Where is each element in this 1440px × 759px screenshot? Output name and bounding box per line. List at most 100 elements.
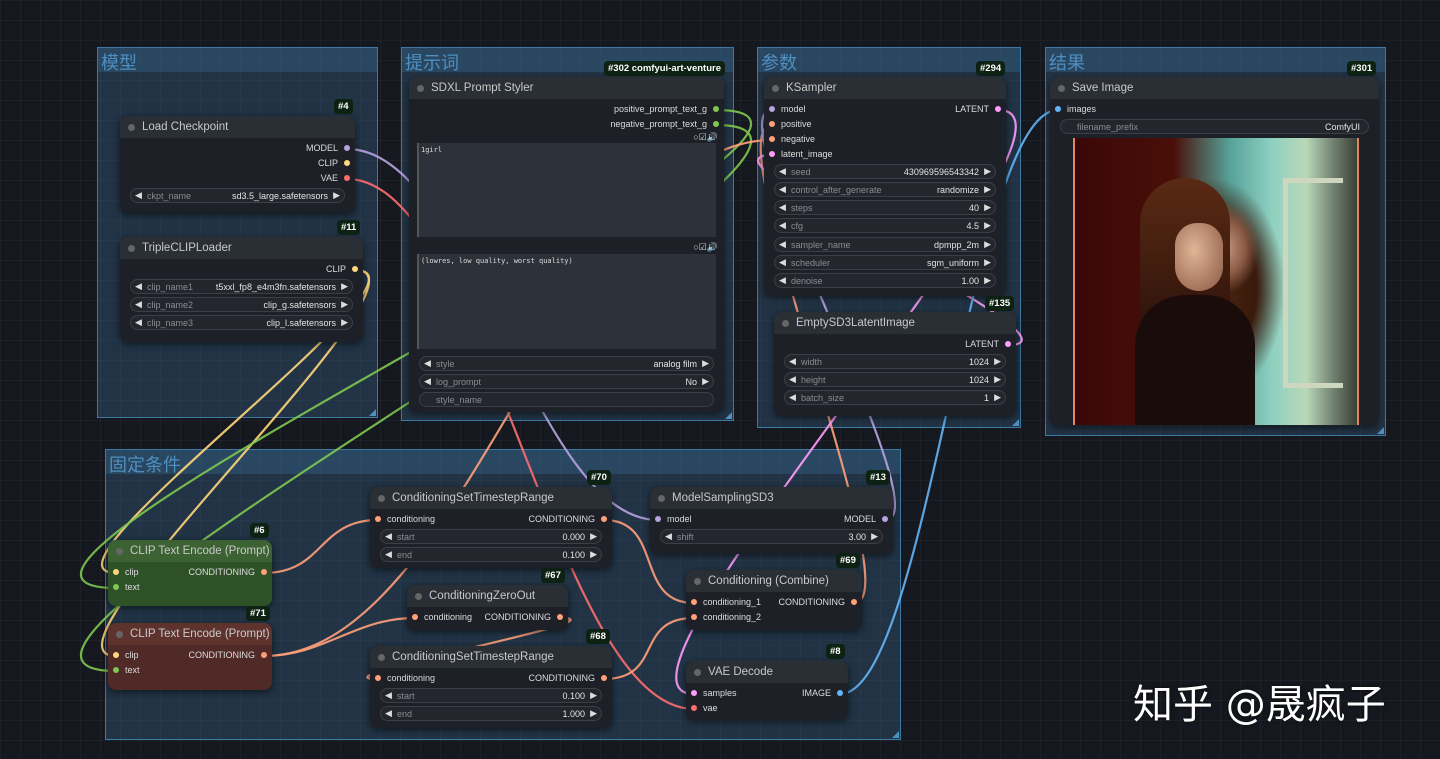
node-sdxl-prompt-styler[interactable]: SDXL Prompt Styler positive_prompt_text_g… <box>409 77 724 412</box>
widget-start[interactable]: ◀ start 0.000 ▶ <box>380 528 602 544</box>
input-slot-conditioning[interactable]: conditioning <box>375 514 435 524</box>
slot-dot-icon[interactable] <box>412 614 418 620</box>
decrement-arrow-icon[interactable]: ◀ <box>135 299 142 310</box>
collapse-dot-icon[interactable] <box>658 495 665 502</box>
input-slot-samples[interactable]: samples <box>691 688 737 698</box>
decrement-arrow-icon[interactable]: ◀ <box>779 202 786 213</box>
decrement-arrow-icon[interactable]: ◀ <box>665 531 672 542</box>
increment-arrow-icon[interactable]: ▶ <box>994 374 1001 385</box>
increment-arrow-icon[interactable]: ▶ <box>984 220 991 231</box>
collapse-dot-icon[interactable] <box>772 85 779 92</box>
widget-steps[interactable]: ◀ steps 40 ▶ <box>774 200 996 216</box>
slot-dot-icon[interactable] <box>882 516 888 522</box>
collapse-dot-icon[interactable] <box>128 245 135 252</box>
link-conditioning[interactable] <box>603 616 695 681</box>
widget-width[interactable]: ◀ width 1024 ▶ <box>784 353 1006 369</box>
increment-arrow-icon[interactable]: ▶ <box>994 356 1001 367</box>
slot-dot-icon[interactable] <box>691 599 697 605</box>
increment-arrow-icon[interactable]: ▶ <box>341 317 348 328</box>
slot-dot-icon[interactable] <box>375 516 381 522</box>
decrement-arrow-icon[interactable]: ◀ <box>385 690 392 701</box>
input-slot-conditioning[interactable]: conditioning <box>412 612 472 622</box>
input-slot-clip[interactable]: clip <box>113 650 139 660</box>
collapse-dot-icon[interactable] <box>782 320 789 327</box>
decrement-arrow-icon[interactable]: ◀ <box>779 239 786 250</box>
node-save-image[interactable]: Save Image images filename_prefix ComfyUI <box>1050 77 1379 426</box>
output-image-preview[interactable] <box>1073 138 1359 425</box>
increment-arrow-icon[interactable]: ▶ <box>590 690 597 701</box>
increment-arrow-icon[interactable]: ▶ <box>590 549 597 560</box>
input-slot-negative[interactable]: negative <box>769 134 815 144</box>
slot-dot-icon[interactable] <box>851 599 857 605</box>
collapse-dot-icon[interactable] <box>1058 85 1065 92</box>
slot-dot-icon[interactable] <box>691 614 697 620</box>
output-slot-CONDITIONING[interactable]: CONDITIONING <box>189 567 267 577</box>
decrement-arrow-icon[interactable]: ◀ <box>779 257 786 268</box>
slot-dot-icon[interactable] <box>995 106 1001 112</box>
node-title-bar[interactable]: ConditioningZeroOut <box>407 585 568 607</box>
node-title-bar[interactable]: KSampler <box>764 77 1006 99</box>
node-title-bar[interactable]: CLIP Text Encode (Prompt) <box>108 540 272 562</box>
textarea-toolbar-icons[interactable]: ○☑🔊 <box>693 242 718 253</box>
slot-dot-icon[interactable] <box>691 690 697 696</box>
slot-dot-icon[interactable] <box>769 136 775 142</box>
slot-dot-icon[interactable] <box>113 584 119 590</box>
widget-style_name[interactable]: style_name <box>419 392 714 408</box>
widget-clip_name2[interactable]: ◀ clip_name2 clip_g.safetensors ▶ <box>130 296 353 312</box>
slot-dot-icon[interactable] <box>344 160 350 166</box>
node-triplecliploader[interactable]: TripleCLIPLoader CLIP ◀ clip_name1 t5xxl_fp8… <box>120 237 363 342</box>
slot-dot-icon[interactable] <box>375 675 381 681</box>
increment-arrow-icon[interactable]: ▶ <box>984 202 991 213</box>
output-slot-CLIP[interactable]: CLIP <box>326 264 358 274</box>
decrement-arrow-icon[interactable]: ◀ <box>135 190 142 201</box>
slot-dot-icon[interactable] <box>261 652 267 658</box>
input-slot-vae[interactable]: vae <box>691 703 718 713</box>
output-slot-CONDITIONING[interactable]: CONDITIONING <box>529 514 607 524</box>
decrement-arrow-icon[interactable]: ◀ <box>789 356 796 367</box>
node-load-checkpoint[interactable]: Load Checkpoint MODEL CLIP VAE ◀ ckpt_name sd3… <box>120 116 355 213</box>
node-title-bar[interactable]: SDXL Prompt Styler <box>409 77 724 99</box>
output-slot-positive_prompt_text_g[interactable]: positive_prompt_text_g <box>614 104 719 114</box>
output-slot-CONDITIONING[interactable]: CONDITIONING <box>485 612 563 622</box>
slot-dot-icon[interactable] <box>769 106 775 112</box>
widget-shift[interactable]: ◀ shift 3.00 ▶ <box>660 528 883 544</box>
slot-dot-icon[interactable] <box>1005 341 1011 347</box>
input-slot-conditioning_2[interactable]: conditioning_2 <box>691 612 761 622</box>
widget-clip_name1[interactable]: ◀ clip_name1 t5xxl_fp8_e4m3fn.safetensors ▶ <box>130 278 353 294</box>
collapse-dot-icon[interactable] <box>417 85 424 92</box>
node-vae-decode[interactable]: VAE Decode samples vae IMAGE <box>686 661 848 720</box>
node-clip-text-encode-prompt[interactable]: CLIP Text Encode (Prompt) clip text CONDITI… <box>108 540 272 606</box>
node-title-bar[interactable]: Load Checkpoint <box>120 116 355 138</box>
collapse-dot-icon[interactable] <box>694 578 701 585</box>
increment-arrow-icon[interactable]: ▶ <box>333 190 340 201</box>
increment-arrow-icon[interactable]: ▶ <box>984 184 991 195</box>
input-slot-latent_image[interactable]: latent_image <box>769 149 833 159</box>
decrement-arrow-icon[interactable]: ◀ <box>135 281 142 292</box>
slot-dot-icon[interactable] <box>713 106 719 112</box>
positive-prompt-textarea[interactable]: 1girl <box>417 143 716 237</box>
increment-arrow-icon[interactable]: ▶ <box>984 166 991 177</box>
increment-arrow-icon[interactable]: ▶ <box>341 281 348 292</box>
node-conditioning-combine[interactable]: Conditioning (Combine) conditioning_1 cond… <box>686 570 862 630</box>
node-ksampler[interactable]: KSampler model positive negative latent_imag… <box>764 77 1006 296</box>
textarea-toolbar-icons[interactable]: ○☑🔊 <box>693 132 718 143</box>
input-slot-conditioning[interactable]: conditioning <box>375 673 435 683</box>
decrement-arrow-icon[interactable]: ◀ <box>424 358 431 369</box>
output-slot-CONDITIONING[interactable]: CONDITIONING <box>779 597 857 607</box>
widget-log_prompt[interactable]: ◀ log_prompt No ▶ <box>419 373 714 389</box>
widget-ckpt_name[interactable]: ◀ ckpt_name sd3.5_large.safetensors ▶ <box>130 187 345 203</box>
collapse-dot-icon[interactable] <box>116 631 123 638</box>
slot-dot-icon[interactable] <box>655 516 661 522</box>
decrement-arrow-icon[interactable]: ◀ <box>789 374 796 385</box>
slot-dot-icon[interactable] <box>601 675 607 681</box>
decrement-arrow-icon[interactable]: ◀ <box>135 317 142 328</box>
widget-height[interactable]: ◀ height 1024 ▶ <box>784 371 1006 387</box>
slot-dot-icon[interactable] <box>113 652 119 658</box>
decrement-arrow-icon[interactable]: ◀ <box>424 376 431 387</box>
increment-arrow-icon[interactable]: ▶ <box>702 358 709 369</box>
widget-seed[interactable]: ◀ seed 430969596543342 ▶ <box>774 163 996 179</box>
decrement-arrow-icon[interactable]: ◀ <box>779 220 786 231</box>
widget-control_after_generate[interactable]: ◀ control_after_generate randomize ▶ <box>774 181 996 197</box>
decrement-arrow-icon[interactable]: ◀ <box>385 549 392 560</box>
output-slot-MODEL[interactable]: MODEL <box>306 143 350 153</box>
